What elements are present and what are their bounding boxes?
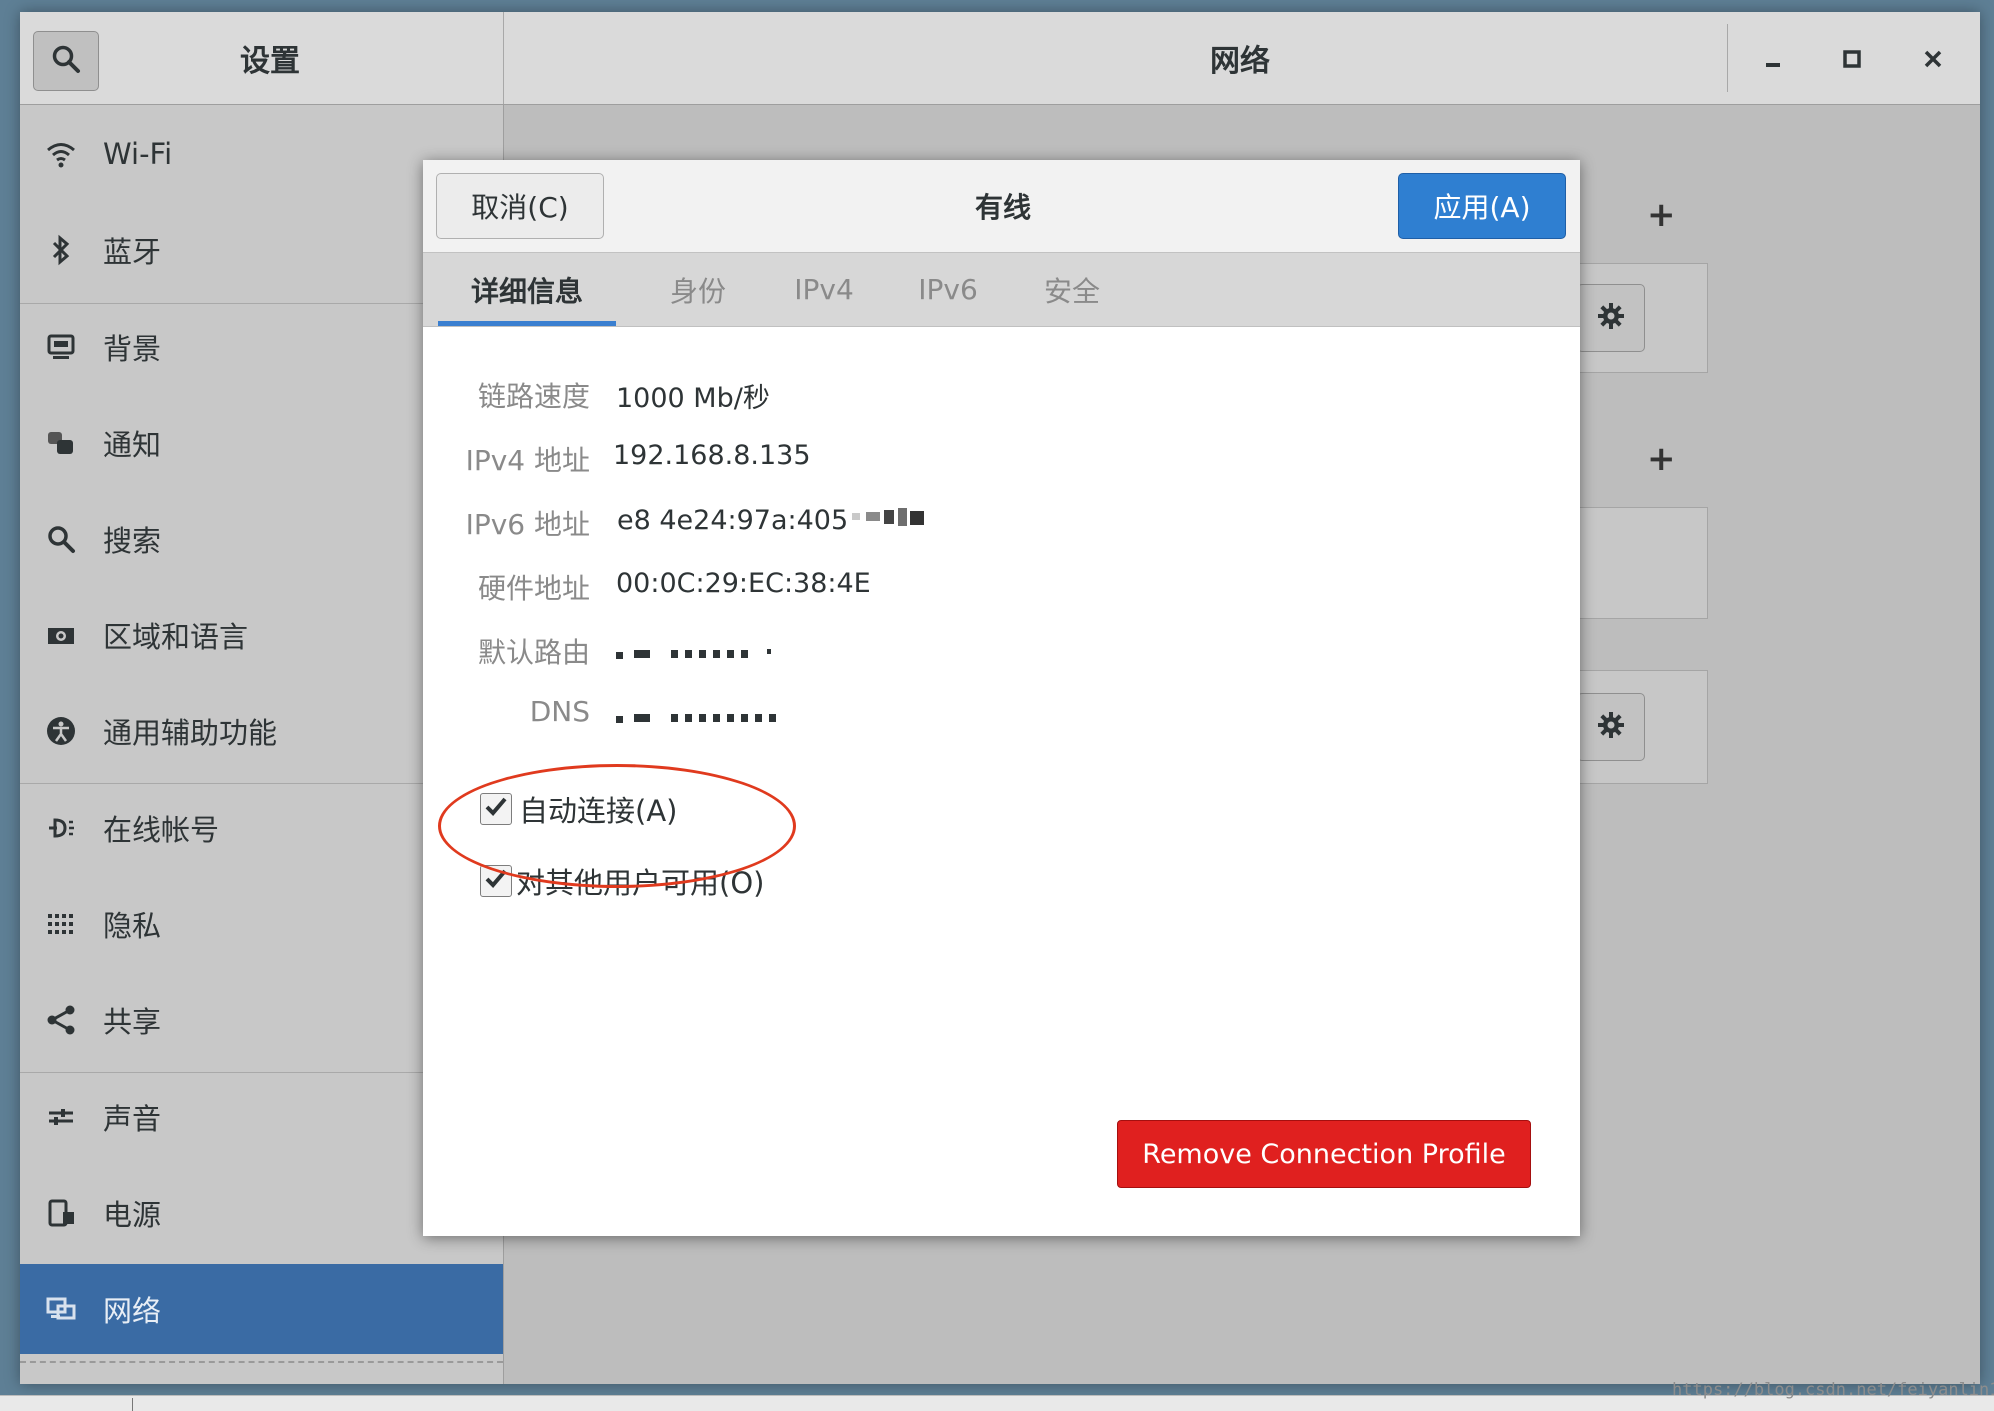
bluetooth-icon [42, 231, 80, 269]
apply-button[interactable]: 应用(A) [1398, 173, 1566, 239]
sidebar-item-network[interactable]: 网络 [20, 1264, 503, 1354]
auto-connect-label: 自动连接(A) [519, 794, 678, 828]
maximize-icon [1842, 43, 1862, 76]
sidebar-item-label: 声音 [103, 1102, 162, 1136]
search-button[interactable] [33, 31, 99, 91]
ipv4-label: IPv4 地址 [465, 444, 590, 477]
minimize-button[interactable] [1747, 34, 1799, 84]
header-divider [1727, 24, 1728, 92]
minimize-icon [1763, 43, 1783, 76]
dns-label: DNS [529, 695, 590, 728]
all-users-label: 对其他用户可用(O) [516, 866, 765, 900]
checkmark-icon [484, 867, 508, 895]
tab-identity[interactable]: 身份 [643, 253, 753, 326]
auto-connect-checkbox[interactable] [480, 793, 512, 825]
add-wired-button[interactable]: + [1647, 195, 1676, 235]
sidebar-item-label: 通知 [103, 428, 162, 462]
sidebar-separator [20, 1361, 503, 1364]
cancel-button[interactable]: 取消(C) [436, 173, 604, 239]
tab-ipv4[interactable]: IPv4 [769, 253, 879, 326]
link-speed-label: 链路速度 [477, 380, 590, 413]
dns-value-redacted [616, 704, 786, 735]
dialog-title: 有线 [974, 191, 1031, 224]
sidebar-item-label: 区域和语言 [103, 620, 249, 654]
checkmark-icon [484, 795, 508, 823]
auto-connect-row[interactable]: 自动连接(A) [480, 788, 677, 830]
sidebar-item-label: 网络 [103, 1294, 162, 1328]
all-users-row[interactable]: 对其他用户可用(O) [480, 860, 764, 902]
share-icon [42, 1001, 80, 1039]
watermark: https://blog.csdn.net/feiyanlin1 [1672, 1380, 1994, 1400]
sound-icon [42, 1098, 80, 1136]
ipv6-value: e8 4e24:97a:405 [617, 504, 933, 537]
sidebar-item-label: 隐私 [103, 909, 162, 943]
header-bar: 设置 网络 [20, 12, 1980, 105]
hardware-address-value: 00:0C:29:EC:38:4E [616, 568, 871, 599]
sidebar-item-label: 通用辅助功能 [103, 716, 278, 750]
background-icon [42, 328, 80, 366]
ipv6-value-text: e8 4e24:97a:405 [617, 505, 849, 536]
add-vpn-button[interactable]: + [1647, 439, 1676, 479]
all-users-checkbox[interactable] [480, 865, 512, 897]
sidebar-item-label: Wi-Fi [103, 137, 173, 171]
accessibility-icon [42, 712, 80, 750]
search-icon [51, 44, 81, 78]
dialog-header: 取消(C) 有线 应用(A) [423, 160, 1580, 253]
online-accounts-icon [42, 809, 80, 847]
wifi-icon [42, 135, 80, 173]
dialog-tabs: 详细信息 身份 IPv4 IPv6 安全 [423, 253, 1580, 327]
vpn-panel [1570, 507, 1708, 619]
power-icon [42, 1194, 80, 1232]
ipv6-label: IPv6 地址 [465, 508, 590, 541]
redacted-block [848, 504, 933, 537]
ipv4-value: 192.168.8.135 [613, 440, 811, 471]
sidebar-item-label: 电源 [103, 1198, 162, 1232]
network-icon [42, 1290, 80, 1328]
search-icon [42, 520, 80, 558]
close-icon [1923, 43, 1943, 76]
page-title: 网络 [1210, 44, 1270, 79]
privacy-icon [42, 905, 80, 943]
proxy-panel [1570, 670, 1708, 784]
region-icon [42, 616, 80, 654]
wired-panel [1570, 263, 1708, 373]
sidebar-item-label: 背景 [103, 332, 162, 366]
sidebar-item-label: 蓝牙 [103, 235, 162, 269]
proxy-settings-button[interactable] [1577, 693, 1645, 761]
close-button[interactable] [1907, 34, 1959, 84]
sidebar-item-label: 共享 [103, 1005, 162, 1039]
notification-icon [42, 424, 80, 462]
remove-connection-profile-button[interactable]: Remove Connection Profile [1117, 1120, 1531, 1188]
tab-security[interactable]: 安全 [1017, 253, 1127, 326]
sidebar-title: 设置 [240, 44, 300, 79]
link-speed-value: 1000 Mb/秒 [616, 383, 770, 414]
sidebar-item-label: 在线帐号 [103, 813, 220, 847]
tab-ipv6[interactable]: IPv6 [893, 253, 1003, 326]
wired-settings-button[interactable] [1577, 284, 1645, 352]
gear-icon [1596, 301, 1626, 335]
sidebar-item-label: 搜索 [103, 524, 162, 558]
hardware-address-label: 硬件地址 [477, 572, 590, 605]
tab-details[interactable]: 详细信息 [438, 253, 616, 326]
maximize-button[interactable] [1826, 34, 1878, 84]
wired-connection-dialog: 取消(C) 有线 应用(A) 详细信息 身份 IPv4 IPv6 安全 链路速度… [423, 160, 1580, 1236]
taskbar-divider [132, 1398, 133, 1411]
gear-icon [1596, 710, 1626, 744]
default-route-label: 默认路由 [477, 636, 590, 669]
header-divider [503, 12, 504, 104]
default-route-value-redacted [616, 640, 786, 671]
